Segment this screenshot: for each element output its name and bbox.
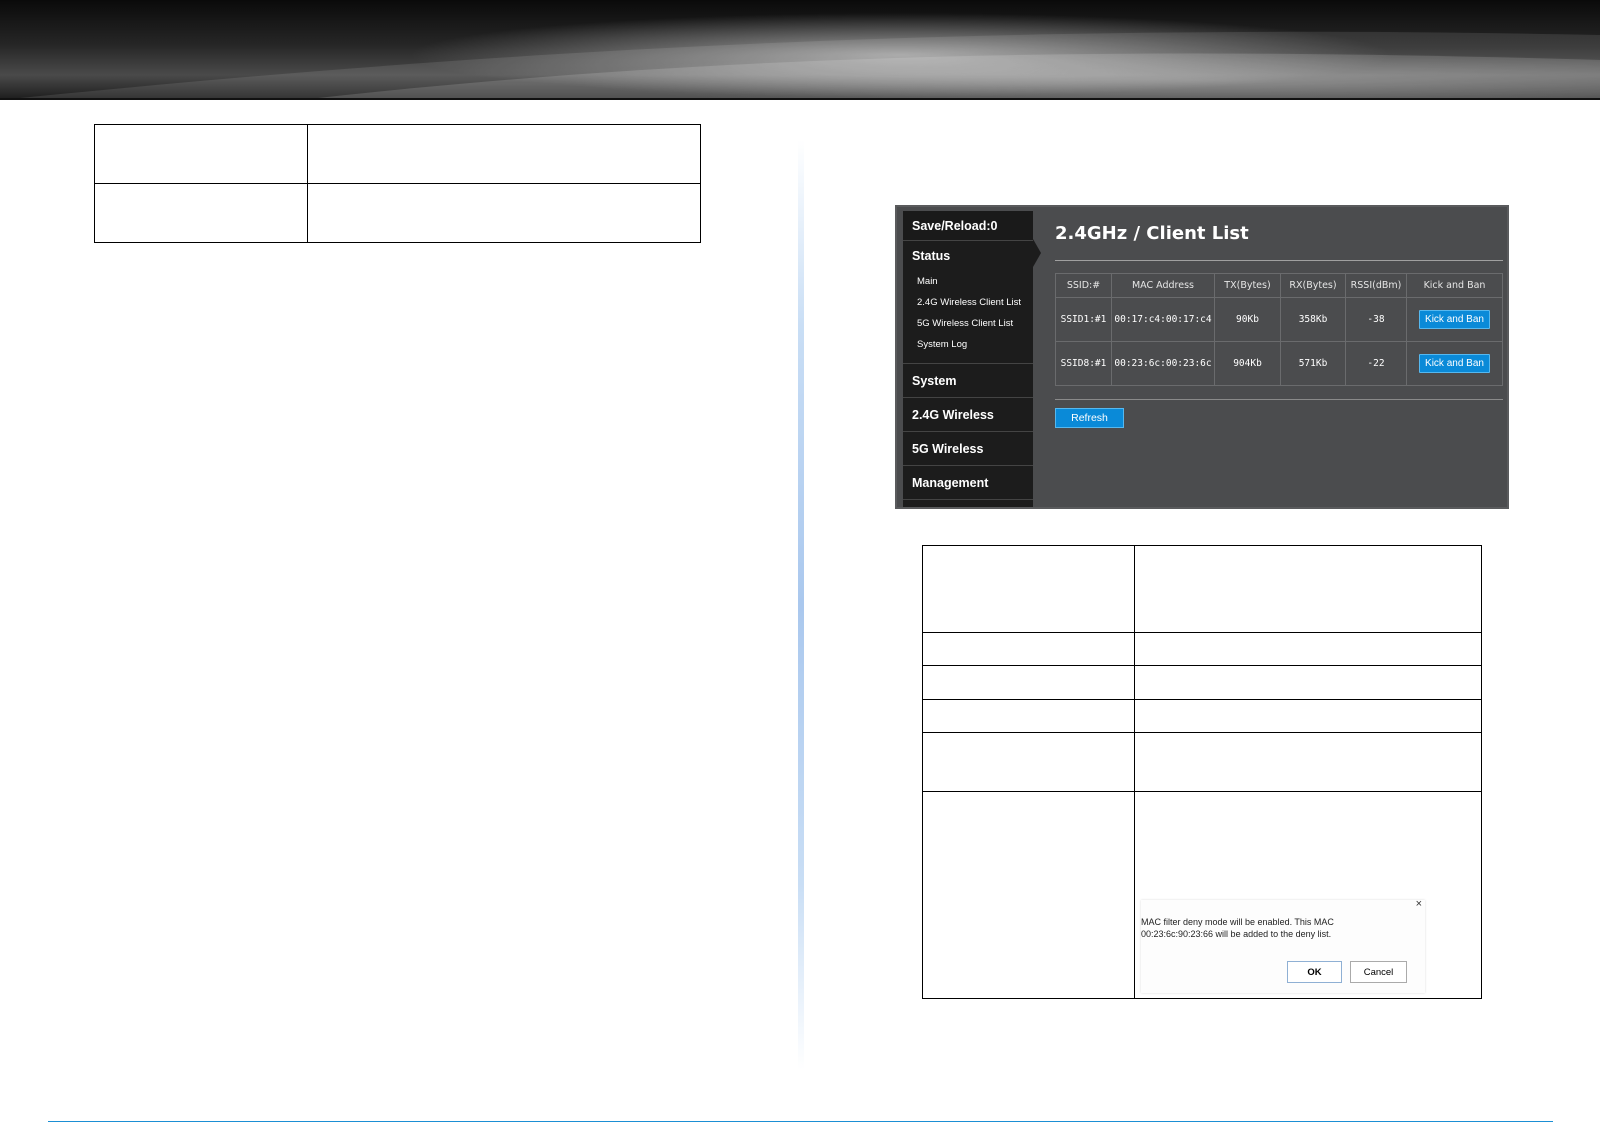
cancel-button[interactable]: Cancel [1350, 961, 1407, 983]
table-row [922, 545, 1482, 633]
router-screenshot: Save/Reload:0 Status Main 2.4G Wireless … [895, 205, 1509, 509]
col-header-kick: Kick and Ban [1406, 273, 1503, 298]
table-row [922, 699, 1482, 733]
col-header-rssi: RSSI(dBm) [1345, 273, 1407, 298]
cell-action: Kick and Ban [1406, 297, 1503, 342]
ok-button[interactable]: OK [1287, 961, 1342, 983]
cell-tx: 904Kb [1214, 341, 1281, 386]
cell-rssi: -38 [1345, 297, 1407, 342]
sidebar-item-status[interactable]: Status [903, 241, 1033, 271]
title-divider [1055, 260, 1503, 261]
sidebar: Save/Reload:0 Status Main 2.4G Wireless … [903, 211, 1033, 507]
sidebar-status-submenu: Main 2.4G Wireless Client List 5G Wirele… [903, 271, 1033, 364]
cell-mac: 00:17:c4:00:17:c4 [1111, 297, 1215, 342]
cell-rx: 571Kb [1280, 341, 1346, 386]
close-icon[interactable]: × [1416, 898, 1422, 910]
refresh-button[interactable]: Refresh [1055, 408, 1124, 428]
cell-rx: 358Kb [1280, 297, 1346, 342]
header-banner [0, 0, 1600, 100]
cell-action: Kick and Ban [1406, 341, 1503, 386]
sidebar-active-arrow-icon [1033, 239, 1041, 267]
table-row: SSID1:#1 00:17:c4:00:17:c4 90Kb 358Kb -3… [1055, 297, 1503, 342]
table-row [94, 124, 701, 184]
col-header-mac: MAC Address [1111, 273, 1215, 298]
table-row: SSID8:#1 00:23:6c:00:23:6c 904Kb 571Kb -… [1055, 341, 1503, 386]
confirm-dialog: × MAC filter deny mode will be enabled. … [1141, 898, 1425, 993]
sidebar-item-main[interactable]: Main [903, 271, 1033, 292]
left-empty-table [94, 124, 701, 243]
sidebar-item-5g-client-list[interactable]: 5G Wireless Client List [903, 313, 1033, 334]
cell-tx: 90Kb [1214, 297, 1281, 342]
banner-swoosh-graphic [0, 31, 1600, 100]
kick-and-ban-button[interactable]: Kick and Ban [1419, 310, 1490, 329]
sidebar-item-24g-client-list[interactable]: 2.4G Wireless Client List [903, 292, 1033, 313]
kick-and-ban-button[interactable]: Kick and Ban [1419, 354, 1490, 373]
sidebar-item-5g-wireless[interactable]: 5G Wireless [903, 432, 1033, 466]
sidebar-item-management[interactable]: Management [903, 466, 1033, 500]
dialog-message: MAC filter deny mode will be enabled. Th… [1141, 917, 1334, 939]
cell-mac: 00:23:6c:00:23:6c [1111, 341, 1215, 386]
cell-ssid: SSID1:#1 [1055, 297, 1112, 342]
table-row [922, 732, 1482, 792]
page-title: 2.4GHz / Client List [1055, 223, 1249, 244]
table-divider [1055, 399, 1503, 400]
cell-rssi: -22 [1345, 341, 1407, 386]
sidebar-item-system[interactable]: System [903, 364, 1033, 398]
table-row [94, 183, 701, 243]
col-header-tx: TX(Bytes) [1214, 273, 1281, 298]
table-row [922, 632, 1482, 666]
page-divider [798, 140, 804, 1070]
sidebar-item-24g-wireless[interactable]: 2.4G Wireless [903, 398, 1033, 432]
table-header-row: SSID:# MAC Address TX(Bytes) RX(Bytes) R… [1055, 273, 1503, 298]
table-row [922, 665, 1482, 700]
sidebar-save-reload[interactable]: Save/Reload:0 [903, 211, 1033, 241]
col-header-rx: RX(Bytes) [1280, 273, 1346, 298]
sidebar-item-system-log[interactable]: System Log [903, 334, 1033, 355]
document-page: Save/Reload:0 Status Main 2.4G Wireless … [0, 0, 1600, 1122]
client-list-table: SSID:# MAC Address TX(Bytes) RX(Bytes) R… [1055, 273, 1503, 386]
col-header-ssid: SSID:# [1055, 273, 1112, 298]
cell-ssid: SSID8:#1 [1055, 341, 1112, 386]
